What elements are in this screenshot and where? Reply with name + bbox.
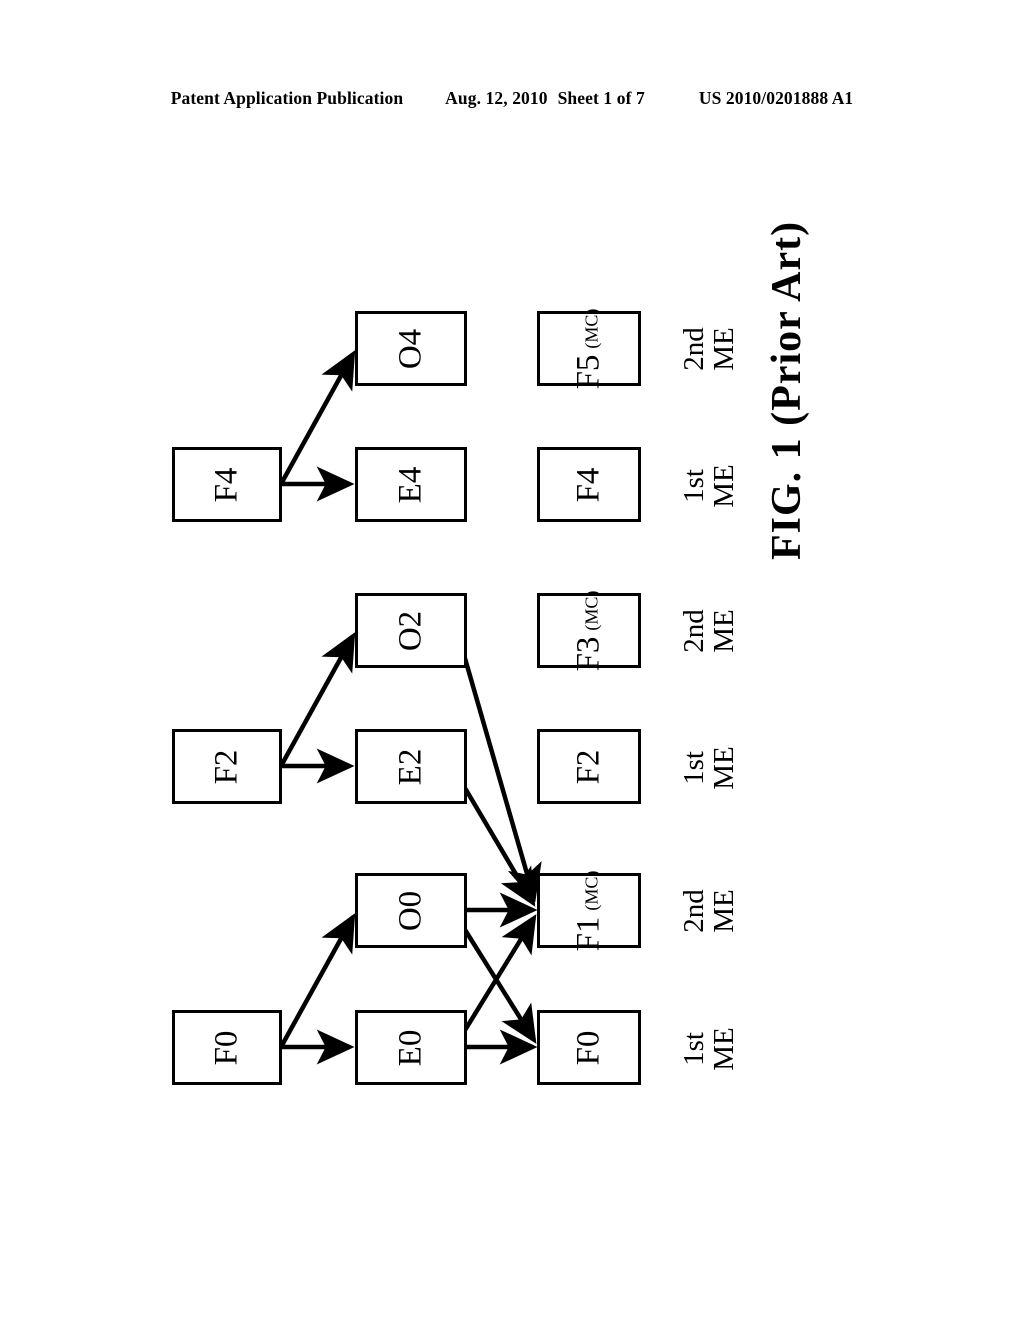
me-label-line2: ME — [708, 327, 741, 371]
box-label-sub: (MC) — [581, 308, 602, 349]
box-o4: O4 — [355, 311, 467, 386]
me-label-line2: ME — [708, 889, 741, 933]
box-label-sub: (MC) — [581, 870, 602, 911]
me-label-line1: 1st — [678, 1032, 710, 1066]
arrow-layer — [279, 350, 542, 1065]
arrow-o2-to-f1 — [459, 647, 542, 903]
arrow-f2-to-o2 — [279, 632, 356, 768]
me-label-f1: 2nd ME — [678, 873, 741, 949]
me-label-f0: 1st ME — [678, 1011, 741, 1087]
box-label-main: O4 — [392, 328, 429, 369]
box-label-main: F3 — [570, 636, 607, 671]
figure-caption: FIG. 1 (Prior Art) — [764, 220, 810, 560]
box-f1-result: F1 (MC) — [537, 870, 641, 951]
box-label-main: F0 — [208, 1030, 245, 1065]
box-e0: E0 — [355, 1010, 467, 1085]
box-f2-source: F2 — [172, 729, 282, 804]
box-label-main: O2 — [392, 610, 429, 651]
box-f0-result: F0 — [537, 1010, 641, 1085]
me-label-f2: 1st ME — [678, 730, 741, 806]
me-label-line2: ME — [708, 609, 741, 653]
box-label-main: O0 — [392, 890, 429, 931]
me-label-f5: 2nd ME — [678, 311, 741, 387]
me-label-line1: 1st — [678, 751, 710, 785]
me-label-line1: 2nd — [678, 327, 710, 371]
box-label-main: F0 — [570, 1030, 607, 1065]
box-o0: O0 — [355, 873, 467, 948]
box-label-main: F1 — [570, 916, 607, 951]
figure-1-diagram: F4 F2 F0 O4 E4 O2 E2 O0 E0 F5 (MC) F4 F3… — [0, 0, 1024, 1320]
box-f3-result: F3 (MC) — [537, 590, 641, 671]
box-f5-result: F5 (MC) — [537, 308, 641, 389]
me-label-f3: 2nd ME — [678, 593, 741, 669]
arrow-e2-to-f1 — [460, 781, 536, 907]
me-label-f4: 1st ME — [678, 448, 741, 524]
me-label-line2: ME — [708, 746, 741, 790]
me-label-line2: ME — [708, 1027, 741, 1071]
box-label-main: E4 — [392, 466, 429, 503]
box-label-sub: (MC) — [581, 590, 602, 631]
box-label-main: E0 — [392, 1029, 429, 1066]
me-label-line1: 2nd — [678, 889, 710, 933]
box-label-main: F2 — [208, 749, 245, 784]
box-label-main: F4 — [208, 467, 245, 502]
box-o2: O2 — [355, 593, 467, 668]
box-label-main: F2 — [570, 749, 607, 784]
me-label-line2: ME — [708, 464, 741, 508]
arrow-e0-to-f1 — [460, 914, 537, 1037]
arrow-f4-to-o4 — [279, 350, 356, 486]
arrow-f0-to-o0 — [279, 913, 356, 1049]
box-label-main: E2 — [392, 748, 429, 785]
box-label-main: F4 — [570, 467, 607, 502]
me-label-line1: 1st — [678, 469, 710, 503]
box-f4-source: F4 — [172, 447, 282, 522]
box-e2: E2 — [355, 729, 467, 804]
box-f0-source: F0 — [172, 1010, 282, 1085]
arrow-o0-to-f0 — [460, 923, 537, 1044]
box-e4: E4 — [355, 447, 467, 522]
box-f2-result: F2 — [537, 729, 641, 804]
box-label-main: F5 — [570, 354, 607, 389]
me-label-line1: 2nd — [678, 609, 710, 653]
box-f4-result: F4 — [537, 447, 641, 522]
